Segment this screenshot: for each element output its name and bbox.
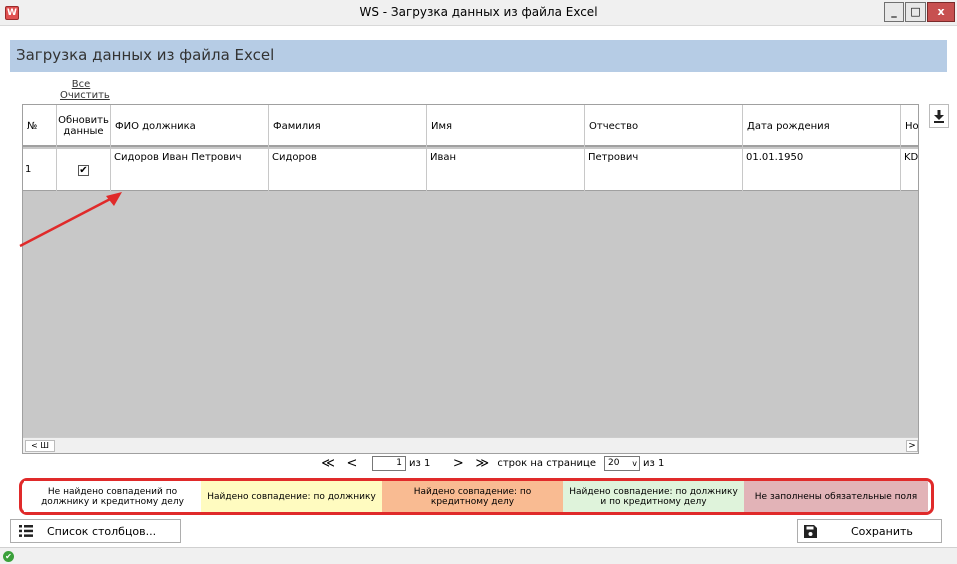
rows-per-page-label: строк на странице (497, 457, 597, 469)
minimize-button[interactable]: _ (884, 2, 904, 22)
data-grid: № Обновить данные ФИО должника Фамилия И… (22, 104, 919, 454)
horizontal-scrollbar[interactable]: < Ш > (23, 437, 918, 453)
page-number-input[interactable]: 1 (372, 455, 406, 471)
column-header-fio[interactable]: ФИО должника (111, 105, 269, 147)
close-button[interactable]: x (927, 2, 955, 22)
rows-per-page-select[interactable]: 20 v (604, 455, 641, 471)
row-number: 1 (23, 149, 57, 191)
rows-per-page-value: 20 (608, 457, 620, 468)
legend: Не найдено совпадений по должнику и кред… (24, 481, 928, 512)
cell-birth-date[interactable]: 01.01.1950 (743, 149, 901, 191)
cell-middle-name[interactable]: Петрович (585, 149, 743, 191)
list-icon (19, 525, 33, 537)
column-header-first-name[interactable]: Имя (427, 105, 585, 147)
status-bar: ✔ (0, 547, 957, 564)
legend-item-required-missing: Не заполнены обязательные поля (744, 481, 928, 512)
cell-first-name[interactable]: Иван (427, 149, 585, 191)
save-icon (804, 524, 817, 538)
maximize-button[interactable]: □ (905, 2, 926, 22)
save-button[interactable]: Сохранить (797, 519, 942, 543)
selection-links: Все Очистить (60, 79, 110, 101)
annotation-arrow-icon (19, 192, 122, 248)
column-list-button[interactable]: Список столбцов... (10, 519, 181, 543)
page-count-label: из 1 (409, 457, 431, 469)
window-titlebar: W WS - Загрузка данных из файла Excel _ … (0, 0, 957, 26)
download-icon (934, 110, 944, 123)
column-header-middle-name[interactable]: Отчество (585, 105, 743, 147)
column-list-label: Список столбцов... (47, 524, 157, 538)
column-header-birth-date[interactable]: Дата рождения (743, 105, 901, 147)
table-row[interactable]: 1 ✔ Сидоров Иван Петрович Сидоров Иван П… (23, 149, 918, 191)
legend-item-debtor-match: Найдено совпадение: по должнику (201, 481, 382, 512)
select-all-link[interactable]: Все (60, 79, 102, 90)
column-header-no[interactable]: № (23, 105, 57, 147)
scroll-right-button[interactable]: > (906, 440, 918, 452)
column-header-no2[interactable]: Но (901, 105, 918, 147)
download-button[interactable] (929, 104, 949, 128)
page-title: Загрузка данных из файла Excel (16, 46, 275, 64)
prev-page-button[interactable]: < (340, 456, 364, 471)
window-title: WS - Загрузка данных из файла Excel (359, 5, 598, 19)
column-header-last-name[interactable]: Фамилия (269, 105, 427, 147)
save-label: Сохранить (851, 524, 913, 538)
status-ok-icon: ✔ (3, 551, 14, 562)
cell-no2[interactable]: KD2 (901, 149, 918, 191)
legend-item-no-match: Не найдено совпадений по должнику и кред… (24, 481, 201, 512)
update-checkbox[interactable]: ✔ (78, 164, 89, 176)
chevron-down-icon: v (632, 458, 638, 468)
legend-item-credit-match: Найдено совпадение: по кредитному делу (382, 481, 563, 512)
pager: ≪ < 1 из 1 > ≫ строк на странице 20 v из… (316, 455, 670, 471)
grid-header: № Обновить данные ФИО должника Фамилия И… (23, 105, 918, 147)
scroll-left-button[interactable]: < Ш (25, 440, 55, 452)
legend-item-both-match: Найдено совпадение: по должнику и по кре… (563, 481, 744, 512)
cell-last-name[interactable]: Сидоров (269, 149, 427, 191)
last-page-button[interactable]: ≫ (470, 456, 494, 471)
clear-selection-link[interactable]: Очистить (60, 90, 110, 101)
next-page-button[interactable]: > (446, 456, 470, 471)
rows-count-label: из 1 (643, 457, 665, 469)
first-page-button[interactable]: ≪ (316, 456, 340, 471)
cell-fio[interactable]: Сидоров Иван Петрович (111, 149, 269, 191)
column-header-update[interactable]: Обновить данные (57, 105, 111, 147)
update-checkbox-cell: ✔ (57, 149, 111, 191)
